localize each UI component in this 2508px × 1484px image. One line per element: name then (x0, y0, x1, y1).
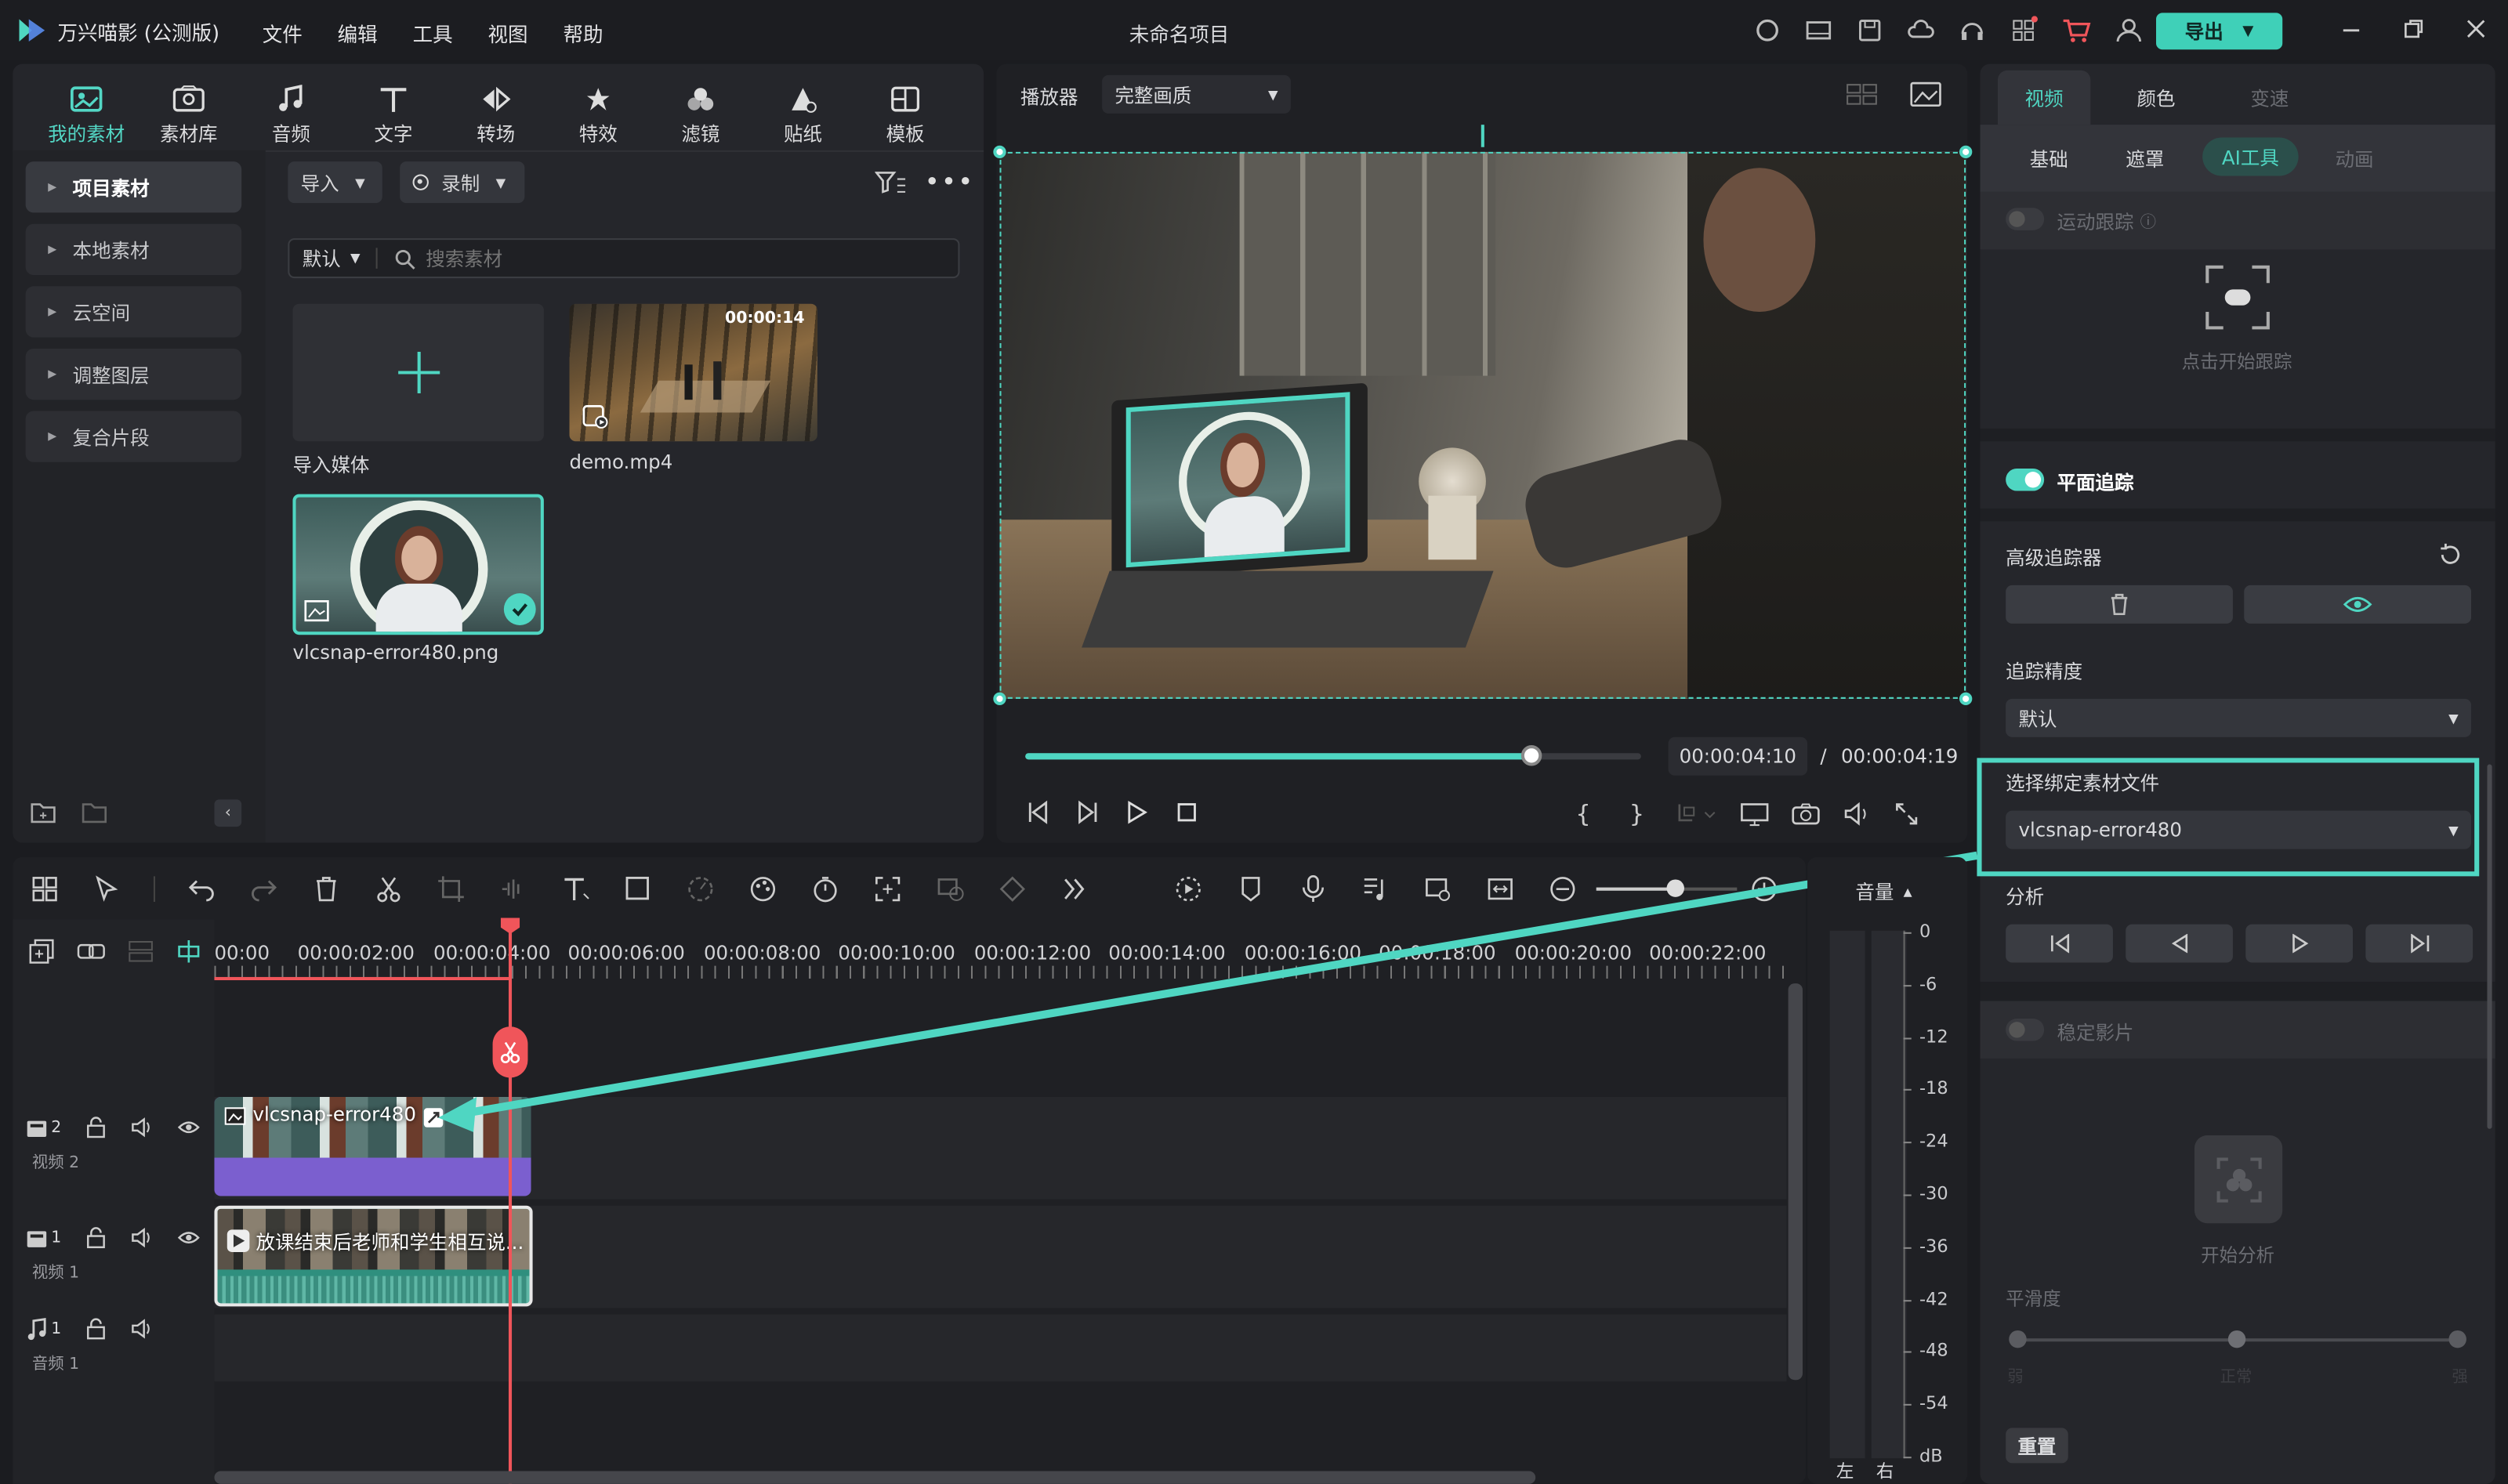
meter-scale-label: -48 (1919, 1340, 1948, 1362)
meter-tick (1903, 1089, 1912, 1091)
meter-label: 音量 (1855, 881, 1894, 904)
meter-scale-label: dB (1919, 1445, 1943, 1467)
meter-scale-label: -54 (1919, 1392, 1948, 1414)
right-channel-label: 右 (1876, 1461, 1894, 1482)
meter-tick (1903, 984, 1912, 986)
annotation-arrow (438, 851, 1978, 1132)
meter-tick (1903, 1457, 1912, 1459)
meter-tick (1903, 1194, 1912, 1196)
meter-scale-label: -12 (1919, 1026, 1948, 1047)
caret-up-icon: ▲ (1903, 885, 1912, 898)
meter-right-bar (1871, 930, 1907, 1459)
timeline-vscroll[interactable] (1788, 983, 1803, 1381)
meter-scale-label: -36 (1919, 1236, 1948, 1257)
meter-tick (1903, 1247, 1912, 1249)
meter-scale-label: -18 (1919, 1078, 1948, 1099)
meter-left-bar (1829, 930, 1865, 1459)
meter-scale-label: -30 (1919, 1183, 1948, 1204)
meter-scale-label: -42 (1919, 1288, 1948, 1309)
left-channel-label: 左 (1836, 1461, 1854, 1482)
meter-scale-label: 0 (1919, 921, 1931, 943)
volume-header[interactable]: 音量 ▲ (1855, 878, 1912, 905)
meter-tick (1903, 1142, 1912, 1144)
timeline-hscroll[interactable] (214, 1471, 1536, 1484)
meter-scale-label: -24 (1919, 1131, 1948, 1152)
meter-scale-label: -6 (1919, 973, 1937, 994)
meter-tick (1903, 1404, 1912, 1406)
meter-tick (1903, 1037, 1912, 1039)
meter-tick (1903, 1352, 1912, 1354)
meter-tick (1903, 1299, 1912, 1301)
meter-tick (1903, 932, 1912, 934)
